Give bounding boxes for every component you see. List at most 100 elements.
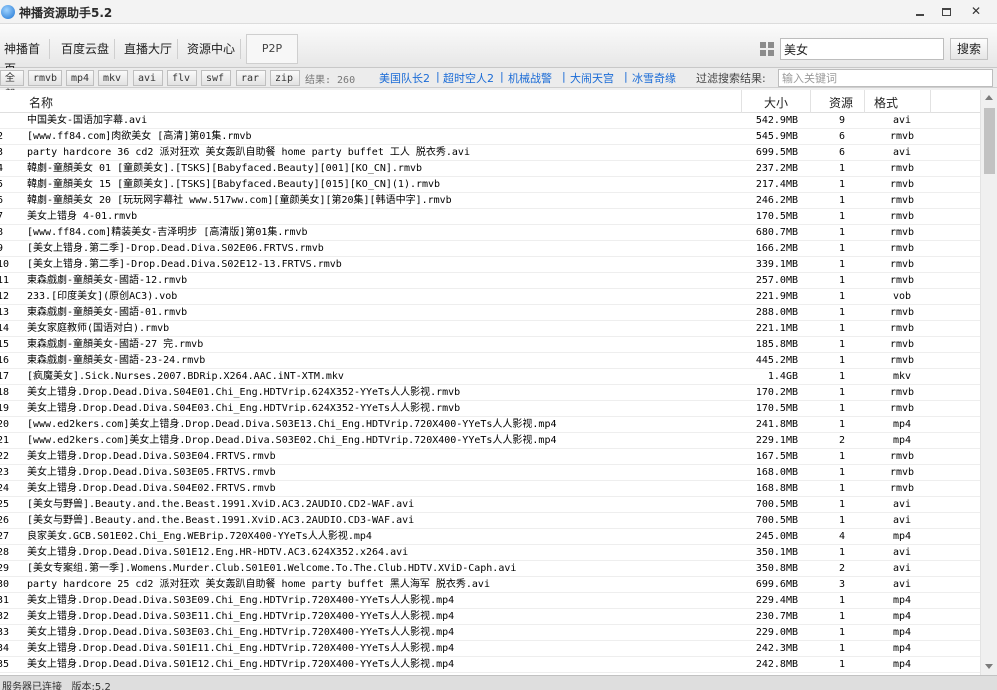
table-row[interactable]: 17 [疯魔美女].Sick.Nurses.2007.BDRip.X264.AAC… [0,369,980,385]
row-name: [www.ff84.com]肉欲美女 [高清]第01集.rmvb [27,131,252,142]
row-format: rmvb [889,195,915,206]
table-row[interactable]: 21 [www.ed2kers.com]美女上错身.Drop.Dead.Diva.… [0,433,980,449]
format-all[interactable]: 全部 [0,70,24,100]
table-row[interactable]: 2 [www.ff84.com]肉欲美女 [高清]第01集.rmvb 545.9MB… [0,129,980,145]
vertical-scrollbar[interactable] [980,90,997,675]
row-size: 229.0MB [755,627,798,638]
table-row[interactable]: 14 美女家庭教师(国语对白).rmvb 221.1MB 1 rmvb [0,321,980,337]
row-index: 19 [0,403,10,414]
table-row[interactable]: 10 [美女上错身.第二季]-Drop.Dead.Diva.S02E12-13.F… [0,257,980,273]
format-mkv[interactable]: mkv [98,70,128,86]
row-sources: 1 [838,547,846,558]
row-size: 170.2MB [755,387,798,398]
hot-link-separator: | [562,70,566,83]
row-size: 229.4MB [755,595,798,606]
row-name: [美女上错身.第二季]-Drop.Dead.Diva.S02E06.FRTVS.… [27,243,324,254]
row-name: 美女上错身.Drop.Dead.Diva.S01E12.Chi_Eng.HDTV… [27,659,455,670]
table-row[interactable]: 31 美女上错身.Drop.Dead.Diva.S03E09.Chi_Eng.HD… [0,593,980,609]
table-row[interactable]: 28 美女上错身.Drop.Dead.Diva.S01E12.Eng.HR-HDT… [0,545,980,561]
hot-link-2[interactable]: 超时空人2 [443,70,494,86]
table-row[interactable]: 9 [美女上错身.第二季]-Drop.Dead.Diva.S02E06.FRTVS… [0,241,980,257]
hot-link-5[interactable]: 冰雪奇缘 [632,70,676,86]
nav-home[interactable]: 神播首页 [0,39,50,76]
table-row[interactable]: 3 party hardcore 36 cd2 派对狂欢 美女轰趴自助餐 home… [0,145,980,161]
row-sources: 1 [838,643,846,654]
maximize-button[interactable] [933,3,959,20]
hot-link-3[interactable]: 机械战警 [508,70,552,86]
row-index: 4 [0,163,4,174]
format-avi[interactable]: avi [133,70,163,86]
row-index: 15 [0,339,10,350]
hot-link-1[interactable]: 美国队长2 [379,70,430,86]
column-header-format[interactable]: 格式 [874,94,898,111]
format-rar[interactable]: rar [236,70,266,86]
scroll-up-icon[interactable] [985,95,993,100]
row-format: rmvb [889,355,915,366]
row-sources: 1 [838,451,846,462]
table-row[interactable]: 27 良家美女.GCB.S01E02.Chi_Eng.WEBrip.720X400… [0,529,980,545]
table-row[interactable]: 中国美女-国语加字幕.avi 542.9MB 9 avi [0,113,980,129]
table-row[interactable]: 5 韓劇-童顏美女 15 [童颜美女].[TSKS][Babyfaced.Beau… [0,177,980,193]
row-size: 700.5MB [755,499,798,510]
table-row[interactable]: 30 party hardcore 25 cd2 派对狂欢 美女轰趴自助餐 hom… [0,577,980,593]
table-row[interactable]: 20 [www.ed2kers.com]美女上错身.Drop.Dead.Diva.… [0,417,980,433]
row-size: 700.5MB [755,515,798,526]
table-row[interactable]: 8 [www.ff84.com]精装美女-吉泽明步 [高清版]第01集.rmvb 6… [0,225,980,241]
table-row[interactable]: 35 美女上错身.Drop.Dead.Diva.S01E12.Chi_Eng.HD… [0,657,980,673]
column-header-size[interactable]: 大小 [764,94,788,111]
column-divider[interactable] [930,90,931,113]
row-name: 東森戲劇-童顏美女-國語-01.rmvb [27,307,188,318]
nav-p2p[interactable]: P2P [246,34,298,64]
table-row[interactable]: 11 東森戲劇-童顏美女-國語-12.rmvb 257.0MB 1 rmvb [0,273,980,289]
nav-live-hall[interactable]: 直播大厅 [120,39,178,59]
table-row[interactable]: 15 東森戲劇-童顏美女-國語-27 完.rmvb 185.8MB 1 rmvb [0,337,980,353]
table-row[interactable]: 26 [美女与野兽].Beauty.and.the.Beast.1991.XviD… [0,513,980,529]
table-row[interactable]: 13 東森戲劇-童顏美女-國語-01.rmvb 288.0MB 1 rmvb [0,305,980,321]
table-row[interactable]: 6 韓劇-童顏美女 20 [玩玩网字幕社 www.517ww.com][童颜美女]… [0,193,980,209]
table-row[interactable]: 25 [美女与野兽].Beauty.and.the.Beast.1991.XviD… [0,497,980,513]
column-header-sources[interactable]: 资源 [829,94,853,111]
table-row[interactable]: 4 韓劇-童顏美女 01 [童颜美女].[TSKS][Babyfaced.Beau… [0,161,980,177]
close-button[interactable]: ✕ [963,3,989,20]
format-swf[interactable]: swf [201,70,231,86]
table-row[interactable]: 24 美女上错身.Drop.Dead.Diva.S04E02.FRTVS.rmvb… [0,481,980,497]
minimize-button[interactable] [907,3,933,20]
grid-view-icon[interactable] [760,42,774,56]
row-name: 美女家庭教师(国语对白).rmvb [27,323,170,334]
table-row[interactable]: 33 美女上错身.Drop.Dead.Diva.S03E03.Chi_Eng.HD… [0,625,980,641]
nav-resource-center[interactable]: 资源中心 [183,39,241,59]
column-header-name[interactable]: 名称 [29,94,53,111]
format-rmvb[interactable]: rmvb [28,70,62,86]
row-name: [美女上错身.第二季]-Drop.Dead.Diva.S02E12-13.FRT… [27,259,342,270]
table-row[interactable]: 23 美女上错身.Drop.Dead.Diva.S03E05.FRTVS.rmvb… [0,465,980,481]
filter-input[interactable] [778,69,993,87]
format-mp4[interactable]: mp4 [66,70,94,86]
table-row[interactable]: 16 東森戲劇-童顏美女-國語-23-24.rmvb 445.2MB 1 rmvb [0,353,980,369]
scroll-down-icon[interactable] [985,664,993,669]
search-button[interactable]: 搜索 [950,38,988,60]
format-zip[interactable]: zip [270,70,300,86]
row-index: 10 [0,259,10,270]
row-sources: 1 [838,339,846,350]
column-divider[interactable] [741,90,742,113]
table-row[interactable]: 19 美女上错身.Drop.Dead.Diva.S04E03.Chi_Eng.HD… [0,401,980,417]
row-size: 167.5MB [755,451,798,462]
table-row[interactable]: 12 233.[印度美女](原创AC3).vob 221.9MB 1 vob [0,289,980,305]
column-divider[interactable] [810,90,811,113]
table-row[interactable]: 18 美女上错身.Drop.Dead.Diva.S04E01.Chi_Eng.HD… [0,385,980,401]
format-flv[interactable]: flv [167,70,197,86]
table-row[interactable]: 32 美女上错身.Drop.Dead.Diva.S03E11.Chi_Eng.HD… [0,609,980,625]
nav-baidu-cloud[interactable]: 百度云盘 [57,39,115,59]
column-divider[interactable] [864,90,865,113]
table-row[interactable]: 34 美女上错身.Drop.Dead.Diva.S01E11.Chi_Eng.HD… [0,641,980,657]
table-row[interactable]: 22 美女上错身.Drop.Dead.Diva.S03E04.FRTVS.rmvb… [0,449,980,465]
maximize-icon [941,7,951,16]
app-logo-icon [1,5,15,19]
table-row[interactable]: 7 美女上错身 4-01.rmvb 170.5MB 1 rmvb [0,209,980,225]
hot-link-4[interactable]: 大闹天宫 [570,70,614,86]
row-sources: 1 [838,499,846,510]
search-input[interactable] [780,38,944,60]
scrollbar-thumb[interactable] [984,108,995,174]
row-name: 韓劇-童顏美女 01 [童颜美女].[TSKS][Babyfaced.Beaut… [27,163,423,174]
table-row[interactable]: 29 [美女专案组.第一季].Womens.Murder.Club.S01E01.… [0,561,980,577]
